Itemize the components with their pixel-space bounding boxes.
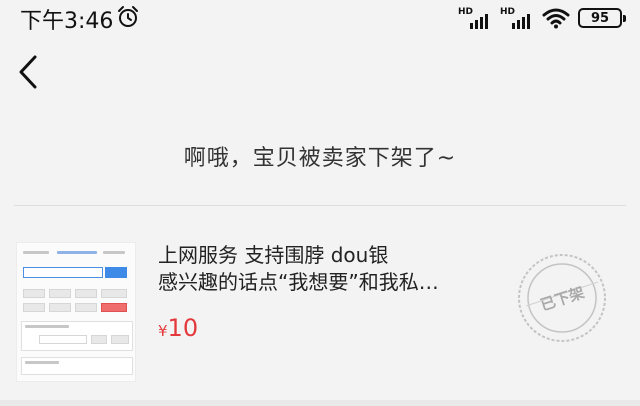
- product-title[interactable]: 上网服务 支持围脖 dou银 感兴趣的话点“我想要”和我私…: [158, 242, 498, 296]
- removed-stamp: 已下架: [516, 252, 608, 344]
- wifi-icon: [542, 8, 570, 29]
- currency-symbol: ¥: [158, 322, 168, 340]
- alarm-clock-icon: [118, 6, 138, 27]
- back-button[interactable]: [8, 50, 48, 94]
- status-bar: 下午3:46 HD HD 95: [0, 0, 640, 36]
- signal-icon: HD: [458, 7, 492, 29]
- chevron-left-icon: [19, 55, 37, 89]
- status-indicators: HD HD 95: [458, 6, 626, 30]
- product-title-line-1: 上网服务 支持围脖 dou银: [158, 243, 389, 267]
- product-price: ¥10: [158, 314, 198, 342]
- signal-icon: HD: [500, 7, 534, 29]
- status-time: 下午3:46: [20, 9, 114, 34]
- bottom-separator: [0, 400, 640, 406]
- product-title-line-2: 感兴趣的话点“我想要”和我私…: [158, 270, 439, 294]
- battery-level: 95: [590, 10, 610, 26]
- product-card[interactable]: 上网服务 支持围脖 dou银 感兴趣的话点“我想要”和我私… ¥10 已下架: [0, 206, 640, 400]
- product-thumbnail[interactable]: [16, 242, 136, 382]
- removed-message: 啊哦，宝贝被卖家下架了~: [183, 146, 457, 171]
- battery-icon: 95: [578, 8, 626, 28]
- price-value: 10: [167, 314, 199, 342]
